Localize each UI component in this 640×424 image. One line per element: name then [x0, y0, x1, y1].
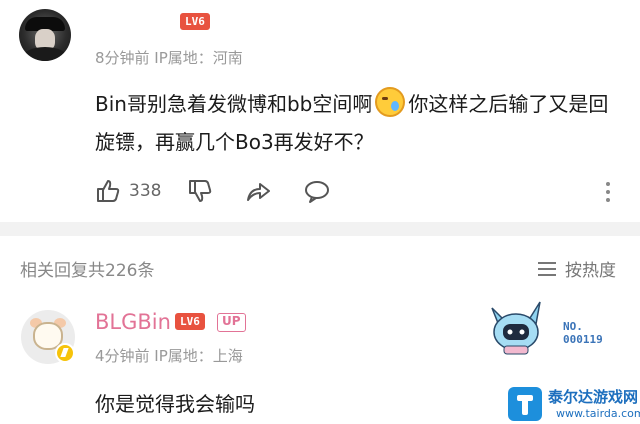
- fan-badge-number-prefix: NO.: [563, 320, 583, 333]
- like-count: 338: [129, 181, 162, 201]
- comment-meta: 8分钟前 IP属地：河南: [95, 49, 243, 67]
- fan-badge-number-value: 000119: [563, 333, 603, 346]
- avatar-coat: [23, 47, 67, 61]
- more-vertical-icon[interactable]: [604, 180, 612, 204]
- thumbs-up-icon[interactable]: [95, 178, 121, 204]
- thumbs-down-icon[interactable]: [187, 178, 213, 204]
- sort-button[interactable]: 按热度: [537, 256, 616, 281]
- vip-icon: [55, 343, 75, 363]
- fan-badge-number: NO. 000119: [563, 320, 603, 346]
- comment-text-part1: Bin哥别急着发微博和bb空间啊: [95, 92, 373, 116]
- watermark-title: 泰尔达游戏网: [548, 388, 639, 406]
- level-badge: LV6: [175, 313, 205, 330]
- watermark-logo-icon: [508, 387, 542, 421]
- comment-actions: 338: [95, 176, 330, 206]
- watermark-url: www.tairda.com: [556, 407, 640, 420]
- comment-icon[interactable]: [304, 178, 330, 204]
- crying-laughing-emoji-icon: [375, 87, 406, 117]
- commenter-avatar[interactable]: [19, 9, 71, 61]
- site-watermark: 泰尔达游戏网 www.tairda.com: [508, 386, 640, 424]
- share-icon[interactable]: [245, 178, 271, 204]
- comment-content: Bin哥别急着发微博和bb空间啊 你这样之后输了又是回旋镖，再赢几个Bo3再发好不…: [95, 85, 625, 161]
- up-badge: UP: [217, 313, 246, 332]
- sort-label: 按热度: [565, 261, 616, 281]
- replies-count-header: 相关回复共226条: [20, 261, 155, 281]
- reply-username[interactable]: BLGBin: [95, 310, 171, 334]
- section-divider: [0, 222, 640, 236]
- level-badge: LV6: [180, 13, 210, 30]
- fan-badge-decoration-icon: [491, 301, 541, 355]
- reply-meta: 4分钟前 IP属地：上海: [95, 347, 243, 365]
- reply-text: 你是觉得我会输吗: [95, 392, 255, 416]
- sort-icon: [538, 261, 556, 276]
